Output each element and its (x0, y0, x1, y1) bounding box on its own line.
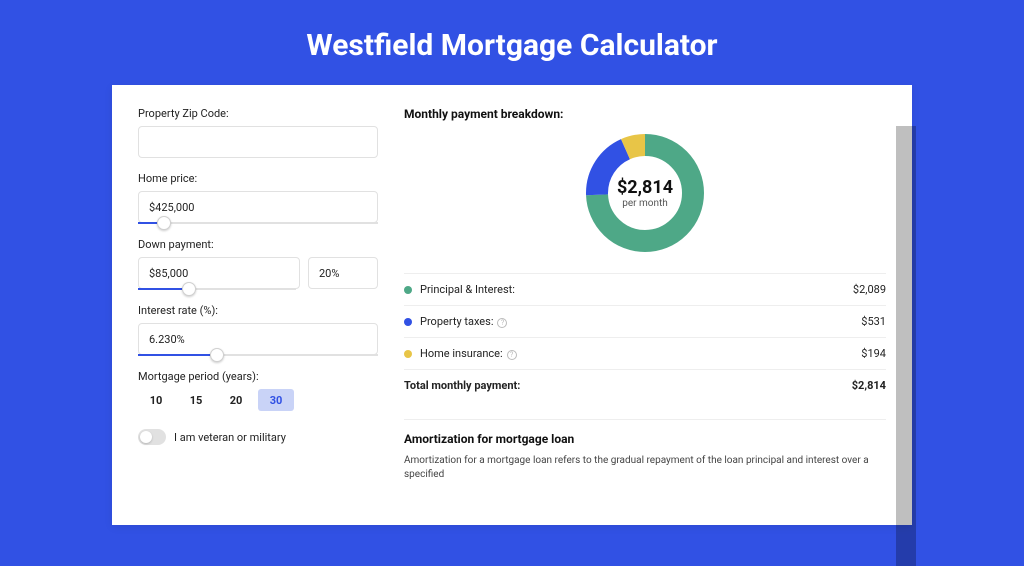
amortization-section: Amortization for mortgage loan Amortizat… (404, 419, 886, 482)
period-15-button[interactable]: 15 (178, 389, 214, 411)
rate-slider[interactable] (138, 354, 378, 356)
price-label: Home price: (138, 172, 378, 185)
breakdown-title: Monthly payment breakdown: (404, 107, 886, 121)
down-pct-input[interactable] (308, 257, 378, 289)
down-slider-fill (138, 288, 182, 290)
down-group: Down payment: (138, 238, 378, 290)
period-30-button[interactable]: 30 (258, 389, 294, 411)
breakdown-name: Property taxes:? (420, 315, 861, 328)
veteran-toggle[interactable] (138, 429, 166, 445)
zip-input[interactable] (138, 126, 378, 158)
rate-slider-fill (138, 354, 210, 356)
breakdown-total-value: $2,814 (852, 379, 886, 392)
veteran-label: I am veteran or military (174, 431, 286, 444)
breakdown-row-principal: Principal & Interest: $2,089 (404, 274, 886, 306)
legend-dot-green (404, 286, 412, 294)
rate-input[interactable] (138, 323, 378, 355)
period-options: 10 15 20 30 (138, 389, 378, 411)
period-group: Mortgage period (years): 10 15 20 30 (138, 370, 378, 411)
legend-dot-yellow (404, 350, 412, 358)
breakdown-row-total: Total monthly payment: $2,814 (404, 370, 886, 401)
donut-container: $2,814 per month (404, 131, 886, 255)
down-label: Down payment: (138, 238, 378, 251)
price-group: Home price: (138, 172, 378, 224)
price-slider-thumb[interactable] (157, 216, 171, 230)
breakdown-total-name: Total monthly payment: (404, 379, 852, 392)
donut-sub: per month (622, 198, 668, 209)
price-input[interactable] (138, 191, 378, 223)
inputs-column: Property Zip Code: Home price: Down paym… (138, 107, 378, 503)
donut-amount: $2,814 (617, 177, 673, 198)
veteran-row: I am veteran or military (138, 429, 378, 445)
breakdown-list: Principal & Interest: $2,089 Property ta… (404, 273, 886, 401)
results-column: Monthly payment breakdown: $2,814 per mo… (404, 107, 886, 503)
page-title: Westfield Mortgage Calculator (0, 0, 1024, 85)
rate-label: Interest rate (%): (138, 304, 378, 317)
breakdown-name: Home insurance:? (420, 347, 861, 360)
donut-center: $2,814 per month (583, 131, 707, 255)
zip-group: Property Zip Code: (138, 107, 378, 158)
zip-label: Property Zip Code: (138, 107, 378, 120)
down-slider-thumb[interactable] (182, 282, 196, 296)
period-label: Mortgage period (years): (138, 370, 378, 383)
down-slider[interactable] (138, 288, 296, 290)
price-slider-fill (138, 222, 157, 224)
period-10-button[interactable]: 10 (138, 389, 174, 411)
down-amount-input[interactable] (138, 257, 300, 289)
amortization-text: Amortization for a mortgage loan refers … (404, 454, 886, 482)
breakdown-row-taxes: Property taxes:? $531 (404, 306, 886, 338)
breakdown-value: $2,089 (853, 283, 886, 296)
card-shadow (896, 126, 916, 566)
breakdown-row-insurance: Home insurance:? $194 (404, 338, 886, 370)
rate-slider-thumb[interactable] (210, 348, 224, 362)
breakdown-value: $194 (861, 347, 886, 360)
breakdown-name: Principal & Interest: (420, 283, 853, 296)
rate-group: Interest rate (%): (138, 304, 378, 356)
payment-donut-chart: $2,814 per month (583, 131, 707, 255)
amortization-title: Amortization for mortgage loan (404, 432, 886, 446)
info-icon[interactable]: ? (497, 318, 507, 328)
legend-dot-blue (404, 318, 412, 326)
price-slider[interactable] (138, 222, 378, 224)
breakdown-value: $531 (861, 315, 886, 328)
info-icon[interactable]: ? (507, 350, 517, 360)
period-20-button[interactable]: 20 (218, 389, 254, 411)
calculator-card: Property Zip Code: Home price: Down paym… (112, 85, 912, 525)
